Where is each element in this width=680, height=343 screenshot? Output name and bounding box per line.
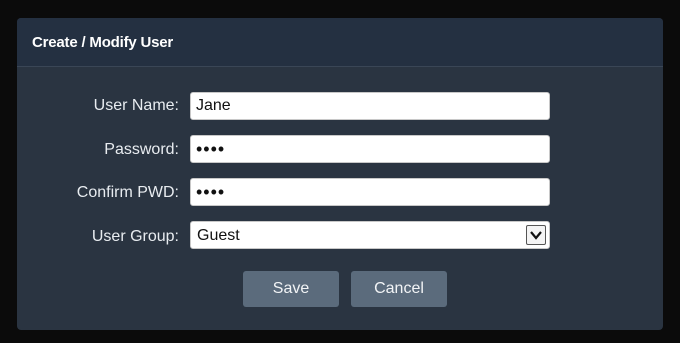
user-name-label: User Name: bbox=[93, 97, 179, 114]
save-button[interactable]: Save bbox=[243, 271, 339, 307]
user-group-select[interactable]: Guest bbox=[190, 221, 550, 249]
dialog-header: Create / Modify User bbox=[17, 18, 663, 67]
user-group-selected-value: Guest bbox=[197, 227, 240, 244]
password-input[interactable] bbox=[190, 135, 550, 163]
user-name-input[interactable] bbox=[190, 92, 550, 120]
password-label: Password: bbox=[104, 141, 179, 158]
user-group-label: User Group: bbox=[91, 228, 179, 245]
confirm-password-label: Confirm PWD: bbox=[76, 184, 179, 201]
confirm-password-input[interactable] bbox=[190, 178, 550, 206]
create-modify-user-dialog: Create / Modify User User Name: Password… bbox=[17, 18, 663, 330]
chevron-down-icon[interactable] bbox=[526, 225, 546, 245]
dialog-title: Create / Modify User bbox=[32, 34, 174, 51]
cancel-button[interactable]: Cancel bbox=[351, 271, 447, 307]
